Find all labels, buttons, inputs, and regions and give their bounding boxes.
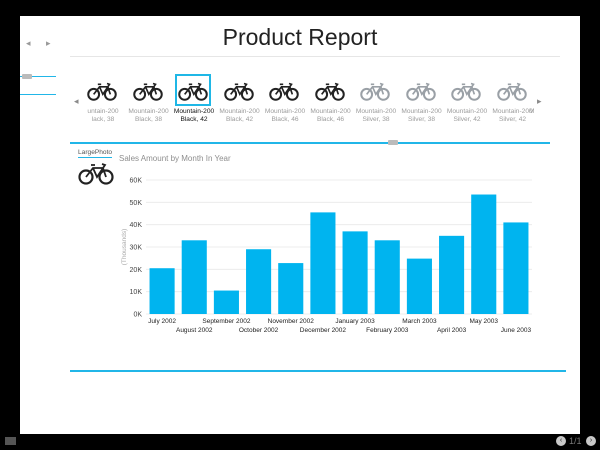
- y-tick-label: 0K: [133, 312, 142, 319]
- report-canvas: ◂ ▸ Product Report ◂ untain-200 lack, 38 M…: [20, 16, 580, 434]
- y-tick-label: 30K: [130, 245, 143, 252]
- x-tick-label: January 2003: [335, 318, 375, 325]
- bar[interactable]: [246, 249, 272, 314]
- x-tick-label: March 2003: [402, 318, 437, 325]
- x-tick-label: July 2002: [148, 318, 176, 325]
- x-tick-label: November 2002: [268, 318, 315, 325]
- fullscreen-icon[interactable]: [5, 437, 16, 445]
- bottom-divider: [70, 370, 566, 372]
- page-count: 1/1: [569, 436, 582, 446]
- y-tick-label: 40K: [130, 222, 143, 229]
- prev-page-icon[interactable]: ‹: [556, 436, 566, 446]
- bar[interactable]: [149, 268, 175, 314]
- x-tick-label: June 2003: [501, 327, 532, 334]
- bar[interactable]: [406, 258, 432, 314]
- bar[interactable]: [503, 222, 529, 314]
- bar[interactable]: [471, 194, 497, 314]
- x-tick-label: December 2002: [300, 327, 347, 334]
- y-tick-label: 50K: [130, 200, 143, 207]
- x-tick-label: October 2002: [239, 327, 279, 334]
- y-axis-label: (Thousands): [121, 229, 128, 266]
- bar[interactable]: [439, 235, 465, 314]
- bar[interactable]: [374, 240, 400, 314]
- x-tick-label: April 2003: [437, 327, 467, 334]
- x-tick-label: September 2002: [202, 318, 250, 325]
- x-tick-label: August 2002: [176, 327, 213, 334]
- bar[interactable]: [310, 212, 336, 314]
- bar[interactable]: [181, 240, 207, 314]
- y-tick-label: 60K: [130, 178, 143, 185]
- bar[interactable]: [213, 290, 239, 314]
- x-tick-label: February 2003: [366, 327, 409, 334]
- y-tick-label: 10K: [130, 289, 143, 296]
- bar[interactable]: [342, 231, 368, 314]
- sales-bar-chart: 0K 10K 20K 30K 40K 50K 60K (Thousands) July 2002…: [121, 178, 532, 334]
- next-page-icon[interactable]: ›: [586, 436, 596, 446]
- bar[interactable]: [278, 263, 304, 314]
- x-tick-label: May 2003: [469, 318, 498, 325]
- y-tick-label: 20K: [130, 267, 143, 274]
